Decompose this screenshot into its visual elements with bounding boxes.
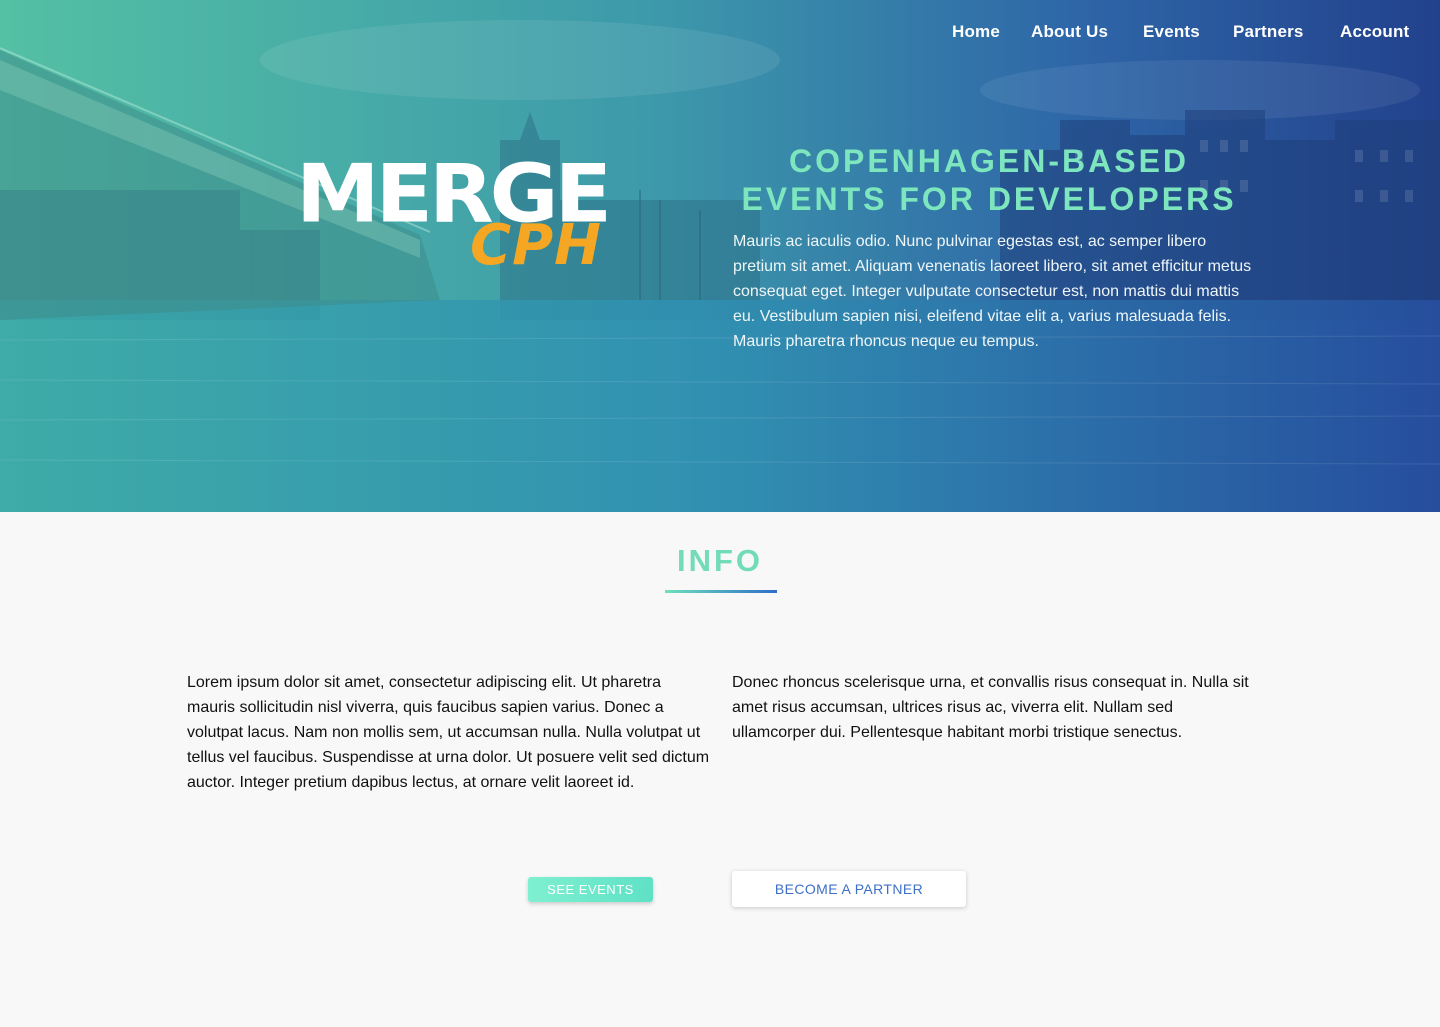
info-title: INFO <box>676 543 764 578</box>
logo-secondary-text: CPH <box>470 213 603 278</box>
nav-events[interactable]: Events <box>1143 22 1200 42</box>
info-title-underline <box>665 590 777 593</box>
hero-description: Mauris ac iaculis odio. Nunc pulvinar eg… <box>733 233 1252 350</box>
see-events-button[interactable]: SEE EVENTS <box>528 877 653 902</box>
nav-home[interactable]: Home <box>952 22 1000 42</box>
nav-partners[interactable]: Partners <box>1233 22 1304 42</box>
hero-section: Home About Us Events Partners Account ME… <box>0 0 1440 512</box>
info-left-column: Lorem ipsum dolor sit amet, consectetur … <box>187 674 710 791</box>
become-partner-button[interactable]: BECOME A PARTNER <box>732 871 966 907</box>
info-right-column: Donec rhoncus scelerisque urna, et conva… <box>732 674 1249 741</box>
merge-cph-logo[interactable]: MERGE CPH <box>296 154 616 278</box>
hero-tagline-line1: COPENHAGEN-BASED <box>788 143 1190 179</box>
hero-tagline-line2: EVENTS FOR DEVELOPERS <box>741 181 1237 217</box>
hero-tagline: COPENHAGEN-BASED EVENTS FOR DEVELOPERS <box>734 142 1244 218</box>
nav-account[interactable]: Account <box>1340 22 1409 42</box>
nav-about-us[interactable]: About Us <box>1031 22 1108 42</box>
